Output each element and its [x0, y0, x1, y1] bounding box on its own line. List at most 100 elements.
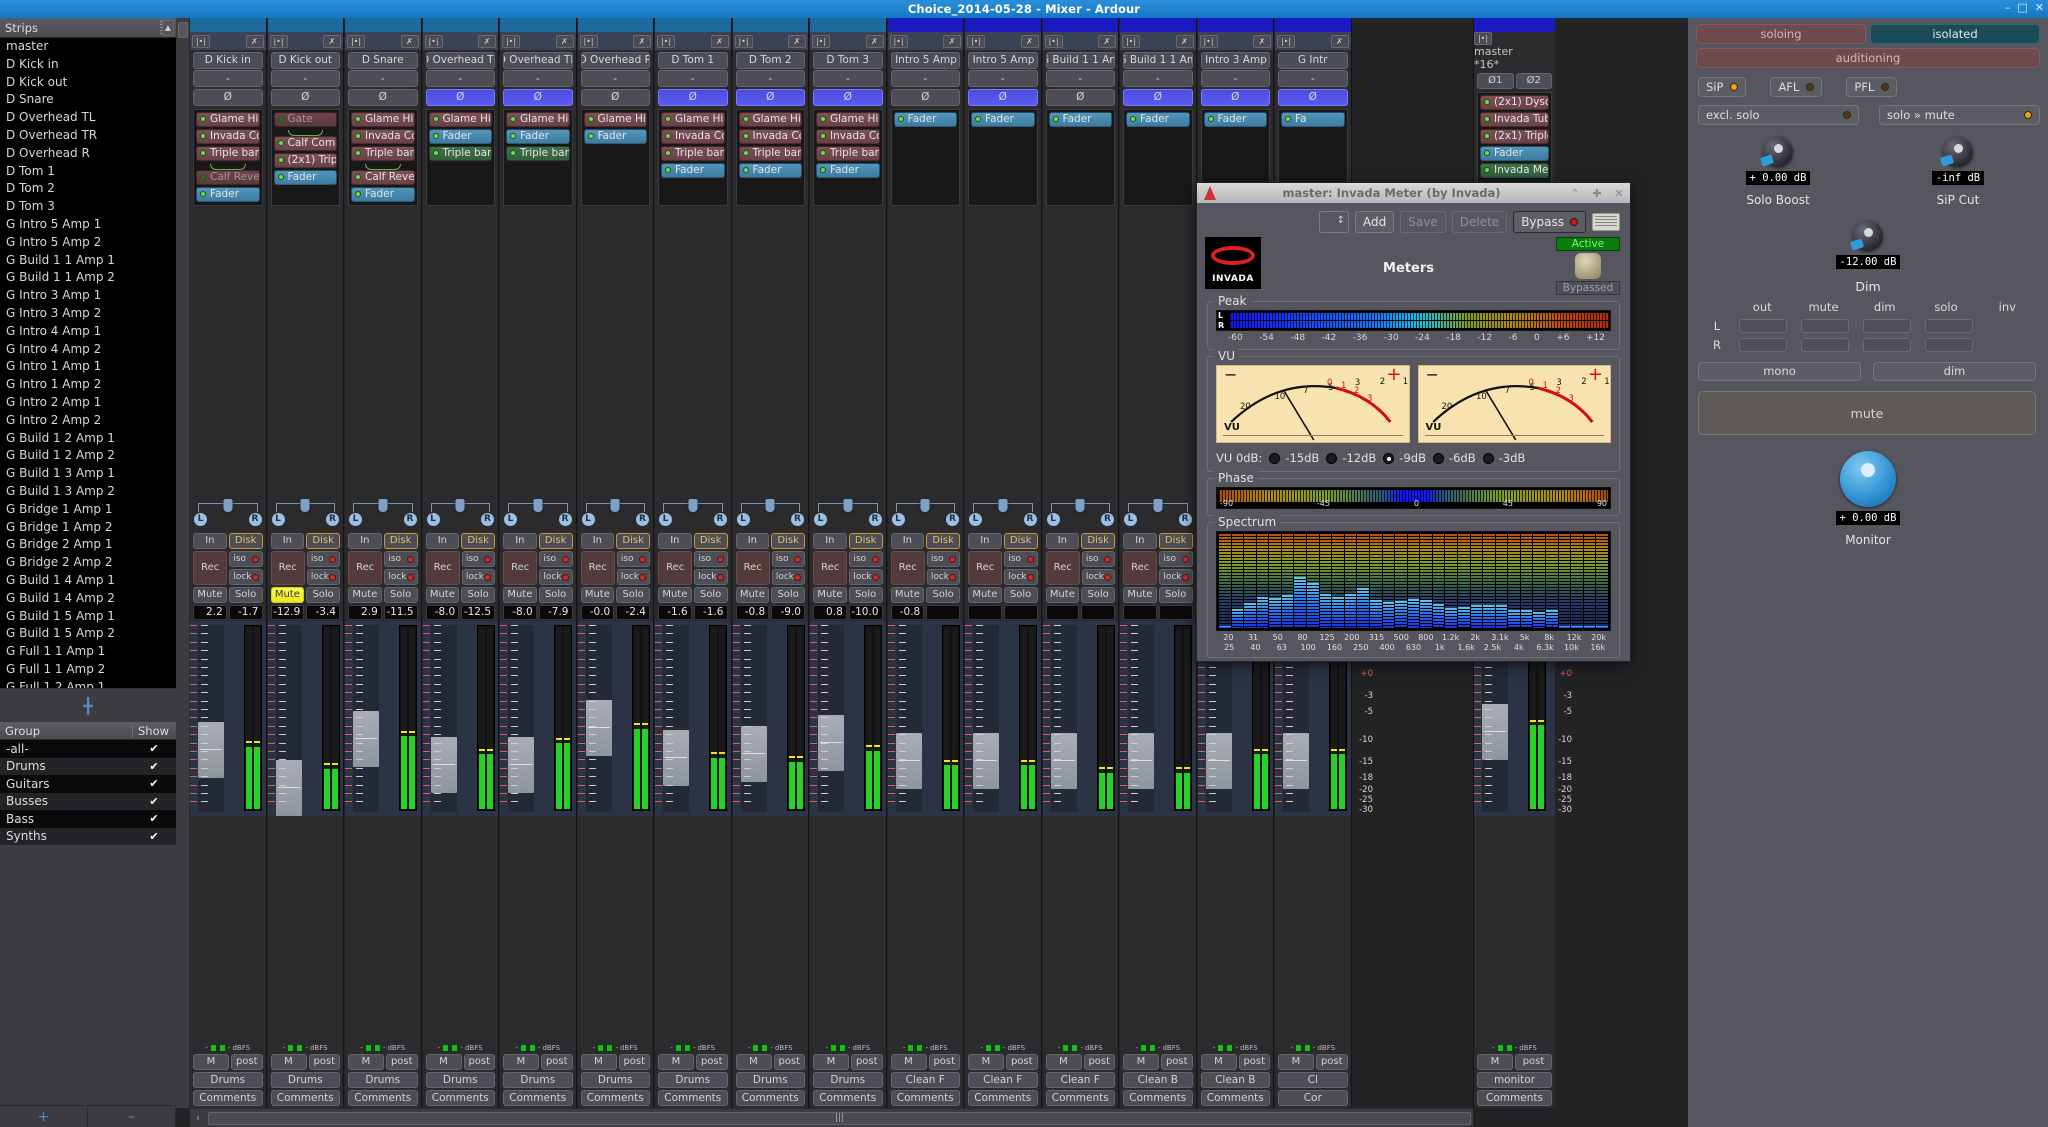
mixer-strip[interactable]: |•|✗D Overhead R-ØGlame HighFaderLRInDis…	[577, 18, 676, 1108]
hide-button[interactable]: ✗	[943, 34, 961, 48]
processor-box[interactable]: Gate Calf Compr (2x1) Triple Fader	[270, 108, 340, 206]
disk-button[interactable]: Disk	[616, 533, 650, 549]
processor-entry[interactable]: Calf Reverb	[196, 169, 260, 185]
fader-zone[interactable]: +3+0-3-5-10-15-18-20-25-30	[500, 621, 598, 816]
solo-isolate-button[interactable]: iso	[306, 551, 340, 567]
record-button[interactable]: Rec	[270, 551, 305, 585]
processor-led-icon[interactable]	[355, 150, 361, 156]
output-button[interactable]: Clean F	[968, 1072, 1038, 1088]
comments-button[interactable]: Comments	[1123, 1090, 1193, 1106]
monitor-gain-knob[interactable]	[1840, 451, 1896, 507]
processor-led-icon[interactable]	[742, 167, 749, 173]
peak-display[interactable]: -2.4	[616, 605, 650, 620]
processor-led-icon[interactable]	[1484, 150, 1490, 156]
processor-box[interactable]: Fader	[890, 108, 960, 206]
record-button[interactable]: Rec	[348, 551, 383, 585]
radio-icon[interactable]	[1432, 452, 1444, 464]
scroll-left-icon[interactable]: ‹	[190, 1113, 206, 1124]
solo-button[interactable]: Solo	[1158, 587, 1193, 603]
strip-list-item[interactable]: D Snare	[0, 91, 176, 109]
width-button[interactable]: |•|	[1277, 34, 1295, 48]
comments-button[interactable]: Comments	[1200, 1090, 1270, 1106]
disk-button[interactable]: Disk	[771, 533, 805, 549]
comments-button[interactable]: Cor	[1278, 1090, 1348, 1106]
monitor-toggle-cell[interactable]	[1863, 338, 1911, 352]
processor-led-icon[interactable]	[432, 116, 439, 122]
strip-name-button[interactable]: G Intro 3 Amp 1	[1200, 51, 1270, 69]
input-button[interactable]: In	[735, 533, 770, 549]
strips-scroll-handle[interactable]: ╋	[0, 688, 176, 722]
pfl-button[interactable]: PFL	[1846, 77, 1898, 97]
processor-led-icon[interactable]	[355, 116, 361, 122]
solo-button[interactable]: Solo	[228, 587, 263, 603]
strip-name-button[interactable]: G Intro 5 Amp 2	[968, 51, 1038, 69]
panner[interactable]: LR	[1120, 495, 1196, 529]
metering-point-button[interactable]: M	[658, 1054, 694, 1070]
master-output-button[interactable]: monitor	[1477, 1072, 1552, 1088]
fader-zone[interactable]: +3+0-3-5-10-15-18-20-25-30	[1042, 621, 1141, 816]
processor-led-icon[interactable]	[355, 133, 361, 139]
processor-entry[interactable]: Fader	[1048, 111, 1112, 127]
monitor-toggle-cell[interactable]	[1925, 338, 1973, 352]
processor-box[interactable]: Fader	[1123, 108, 1193, 206]
meter-position-button[interactable]: post	[1006, 1054, 1038, 1070]
phase-invert-button[interactable]: Ø	[658, 88, 728, 106]
hide-button[interactable]: ✗	[1098, 34, 1116, 48]
vu-zero-option[interactable]: -15dB	[1269, 451, 1319, 465]
panner[interactable]: LR	[965, 495, 1041, 529]
panner[interactable]: LR	[655, 495, 731, 529]
pan-knob[interactable]	[378, 499, 388, 512]
strip-group-button[interactable]: -	[1045, 70, 1115, 87]
disk-button[interactable]: Disk	[1081, 533, 1115, 549]
panner[interactable]: LR	[810, 495, 886, 529]
solo-isolate-button[interactable]: iso	[384, 551, 418, 567]
mute-button[interactable]: Mute	[348, 587, 382, 603]
phase-invert-button[interactable]: Ø	[735, 88, 805, 106]
radio-icon[interactable]	[1383, 452, 1395, 464]
comments-button[interactable]: Comments	[348, 1090, 418, 1106]
strip-list-item[interactable]: G Intro 5 Amp 2	[0, 234, 176, 252]
processor-led-icon[interactable]	[742, 150, 749, 156]
group-list-item[interactable]: Guitars ✔	[0, 775, 176, 793]
record-button[interactable]: Rec	[813, 551, 848, 585]
pan-knob[interactable]	[688, 499, 698, 512]
fader-zone[interactable]: +3+0-3-5-10-15-18-20-25-30	[577, 621, 676, 816]
monitor-toggle-cell[interactable]	[1801, 319, 1849, 333]
strip-group-button[interactable]: -	[890, 70, 960, 87]
processor-led-icon[interactable]	[665, 116, 671, 122]
processor-led-icon[interactable]	[1484, 167, 1490, 173]
chevron-up-icon[interactable]: ▲	[162, 20, 174, 36]
hide-button[interactable]: ✗	[400, 34, 419, 48]
input-button[interactable]: In	[658, 533, 692, 549]
mixer-strip[interactable]: |•|✗G Build 1 1 Am-ØFaderLRInDiskRecisol…	[1120, 18, 1218, 1108]
meter-position-button[interactable]: post	[231, 1054, 263, 1070]
minimize-button[interactable]: –	[2005, 2, 2011, 14]
meter-position-button[interactable]: post	[773, 1054, 805, 1070]
processor-box[interactable]: Fader	[1045, 108, 1115, 206]
processor-entry[interactable]: Invada Met	[1480, 162, 1549, 178]
processor-entry[interactable]: Triple band	[428, 145, 492, 161]
fader-zone[interactable]: +3+0-3-5-10-15-18-20-25-30	[655, 621, 753, 816]
mute-button[interactable]: Mute	[580, 587, 615, 603]
metering-point-button[interactable]: M	[1200, 1054, 1237, 1070]
group-show-checkbox[interactable]: ✔	[132, 812, 176, 825]
group-list-item[interactable]: Busses ✔	[0, 792, 176, 810]
metering-point-button[interactable]: M	[1123, 1054, 1159, 1070]
strip-list-item[interactable]: D Tom 3	[0, 198, 176, 216]
monitor-toggle-cell[interactable]	[1863, 319, 1911, 333]
solo-button[interactable]: Solo	[848, 587, 883, 603]
strip-name-button[interactable]: D Snare	[348, 51, 418, 69]
keyboard-icon[interactable]	[1592, 213, 1620, 231]
mixer-left-scrollbar[interactable]	[176, 18, 190, 1108]
pan-knob[interactable]	[455, 499, 465, 512]
fader-zone[interactable]: +3+0-3-5-10-15-18-20-25-30	[190, 621, 288, 816]
strip-group-button[interactable]: -	[580, 70, 650, 87]
processor-led-icon[interactable]	[510, 150, 516, 156]
afl-button[interactable]: AFL	[1770, 77, 1823, 97]
group-list-item[interactable]: Bass ✔	[0, 810, 176, 828]
input-button[interactable]: In	[890, 533, 925, 549]
processor-led-icon[interactable]	[820, 167, 826, 173]
strip-list-item[interactable]: G Build 1 4 Amp 1	[0, 572, 176, 590]
strip-list-item[interactable]: G Bridge 2 Amp 1	[0, 536, 176, 554]
solo-isolate-button[interactable]: iso	[539, 551, 573, 567]
